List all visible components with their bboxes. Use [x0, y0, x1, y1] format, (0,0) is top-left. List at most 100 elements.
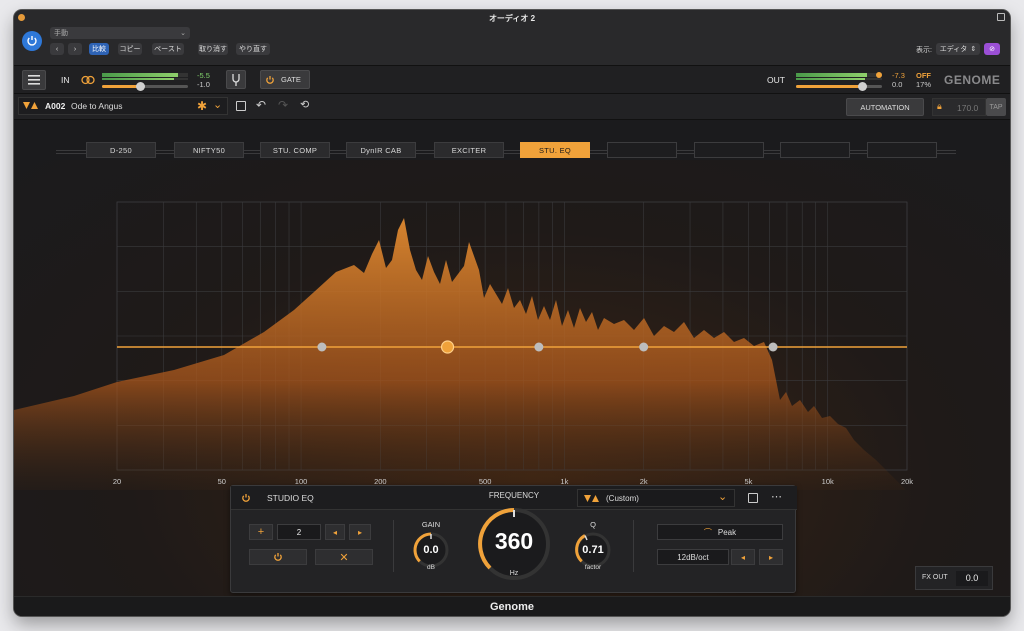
next-band-button[interactable]: ▸	[349, 524, 371, 540]
preset-bar: A002 Ode to Angus ✱ ⌄ ↶ ↷ ⟲ AUTOMATION 🔒…	[14, 94, 1010, 120]
band-power-button[interactable]	[249, 549, 307, 565]
eq-band-node[interactable]	[639, 342, 649, 352]
host-preset-select[interactable]: 手動 ⌄	[50, 27, 190, 39]
input-level-bottom: -1.0	[197, 80, 210, 89]
view-label: 表示:	[916, 47, 932, 54]
save-icon[interactable]	[236, 101, 246, 111]
freq-tick-label: 50	[218, 477, 226, 486]
out-label: OUT	[767, 75, 785, 85]
history-icon[interactable]: ⟲	[300, 98, 309, 111]
output-gain-slider-track[interactable]	[796, 82, 882, 91]
input-gain-slider-track[interactable]	[102, 82, 188, 91]
chevron-down-icon: ⌄	[180, 30, 186, 37]
fx-out-label: FX OUT	[922, 574, 948, 581]
chain-slot-stu-comp[interactable]: STU. COMP	[260, 142, 330, 158]
freq-tick-label: 20	[113, 477, 121, 486]
tap-button[interactable]: TAP	[986, 98, 1006, 116]
next-preset-button[interactable]: ›	[68, 43, 82, 55]
output-clip-indicator	[876, 72, 882, 78]
studio-eq-panel: STUDIO EQ (Custom) ⌄ ⋯ + 2 ◂ ▸ ✕ GAIN 0.…	[230, 485, 797, 593]
chevron-down-icon[interactable]: ⌄	[213, 98, 222, 111]
footer-title: Genome	[14, 596, 1010, 616]
fx-out-box: FX OUT 0.0	[915, 566, 993, 590]
redo-icon[interactable]: ↷	[278, 98, 288, 112]
compare-button[interactable]: 比較	[89, 43, 109, 55]
chain-slot-exciter[interactable]: EXCITER	[434, 142, 504, 158]
paste-button[interactable]: ペースト	[152, 43, 184, 55]
slope-select[interactable]: 12dB/oct	[657, 549, 729, 565]
more-options-icon[interactable]: ⋯	[771, 490, 782, 503]
gate-button[interactable]: GATE	[260, 70, 310, 89]
tempo-value: 170.0	[957, 103, 979, 113]
window-menu-icon[interactable]	[997, 13, 1005, 21]
freq-tick-label: 20k	[901, 477, 913, 486]
input-gain-slider-thumb[interactable]	[136, 82, 145, 91]
eq-graph[interactable]: 20 50 100 200 500 1k 2k 5k 10k 20k	[14, 160, 1010, 490]
filter-type-select[interactable]: ⌒ Peak	[657, 524, 783, 540]
output-gain-slider-thumb[interactable]	[858, 82, 867, 91]
eq-band-node[interactable]	[317, 342, 327, 352]
eq-band-node[interactable]	[768, 342, 778, 352]
input-meter-r	[102, 78, 188, 80]
chain-slot-d-250[interactable]: D-250	[86, 142, 156, 158]
menu-button[interactable]	[22, 70, 46, 90]
plugin-window: オーディオ 2 手動 ⌄ ‹ › 比較 コピー ペースト 取り消す やり直す 表…	[14, 10, 1010, 616]
output-meter-l	[796, 73, 882, 77]
tuner-button[interactable]	[226, 70, 246, 89]
chain-slot-empty[interactable]	[780, 142, 850, 158]
chain-slot-empty[interactable]	[607, 142, 677, 158]
panel-preset-value: (Custom)	[606, 494, 639, 503]
undo-button[interactable]: 取り消す	[198, 43, 228, 55]
prev-band-button[interactable]: ◂	[325, 524, 345, 540]
eq-band-node[interactable]	[534, 342, 544, 352]
panel-title: STUDIO EQ	[267, 493, 314, 503]
chain-slot-empty[interactable]	[867, 142, 937, 158]
plugin-header: IN -5.5 -1.0 GATE OUT -7.3 0.0 OFF 17% G…	[14, 66, 1010, 94]
automation-button[interactable]: AUTOMATION	[846, 98, 924, 116]
chevron-down-icon: ⌄	[718, 491, 728, 503]
tempo-field[interactable]: 🔒︎ 170.0	[932, 98, 986, 116]
power-icon[interactable]	[241, 493, 251, 503]
chain-slot-nifty50[interactable]: NIFTY50	[174, 142, 244, 158]
chain-slot-dynir-cab[interactable]: DynIR CAB	[346, 142, 416, 158]
q-value: 0.71	[582, 544, 604, 556]
band-number[interactable]: 2	[277, 524, 321, 540]
stereo-link-icon[interactable]	[81, 75, 95, 85]
link-icon: ⊘	[989, 46, 995, 53]
output-gain-slider-fill	[796, 85, 863, 88]
eq-band-node[interactable]	[440, 340, 455, 354]
gain-unit: dB	[427, 564, 435, 571]
fx-out-value[interactable]: 0.0	[956, 571, 988, 586]
link-button[interactable]: ⊘	[984, 43, 1000, 55]
prev-preset-button[interactable]: ‹	[50, 43, 64, 55]
delete-band-button[interactable]: ✕	[315, 549, 373, 565]
host-power-button[interactable]	[22, 31, 42, 51]
chain-slot-empty[interactable]	[694, 142, 764, 158]
power-icon	[266, 75, 274, 84]
preset-selector[interactable]: A002 Ode to Angus ✱ ⌄	[18, 97, 228, 115]
output-meter-r	[796, 78, 882, 80]
preset-logo-icon	[23, 102, 38, 109]
output-level-top: -7.3	[892, 71, 905, 80]
input-meter-l	[102, 73, 188, 77]
undo-icon[interactable]: ↶	[256, 98, 266, 112]
favorite-star-icon[interactable]: ✱	[197, 99, 207, 113]
save-preset-icon[interactable]	[748, 493, 758, 503]
view-select-label: エディタ	[939, 46, 968, 53]
add-band-button[interactable]: +	[249, 524, 273, 540]
brand-logo: GENOME	[944, 73, 1001, 87]
frequency-unit: Hz	[509, 570, 519, 577]
cpu-off-label: OFF	[916, 71, 931, 80]
preset-dropdown[interactable]: (Custom) ⌄	[577, 489, 735, 507]
redo-button[interactable]: やり直す	[236, 43, 270, 55]
slope-next-button[interactable]: ▸	[759, 549, 783, 565]
preset-name: Ode to Angus	[71, 101, 123, 111]
slope-prev-button[interactable]: ◂	[731, 549, 755, 565]
chain-slot-stu-eq[interactable]: STU. EQ	[520, 142, 590, 158]
view-select[interactable]: エディタ ⇕	[936, 43, 980, 55]
copy-button[interactable]: コピー	[118, 43, 142, 55]
close-icon: ✕	[339, 551, 349, 564]
freq-tick-label: 10k	[822, 477, 834, 486]
q-unit: factor	[584, 564, 602, 571]
lock-icon[interactable]: 🔒︎	[937, 101, 942, 112]
